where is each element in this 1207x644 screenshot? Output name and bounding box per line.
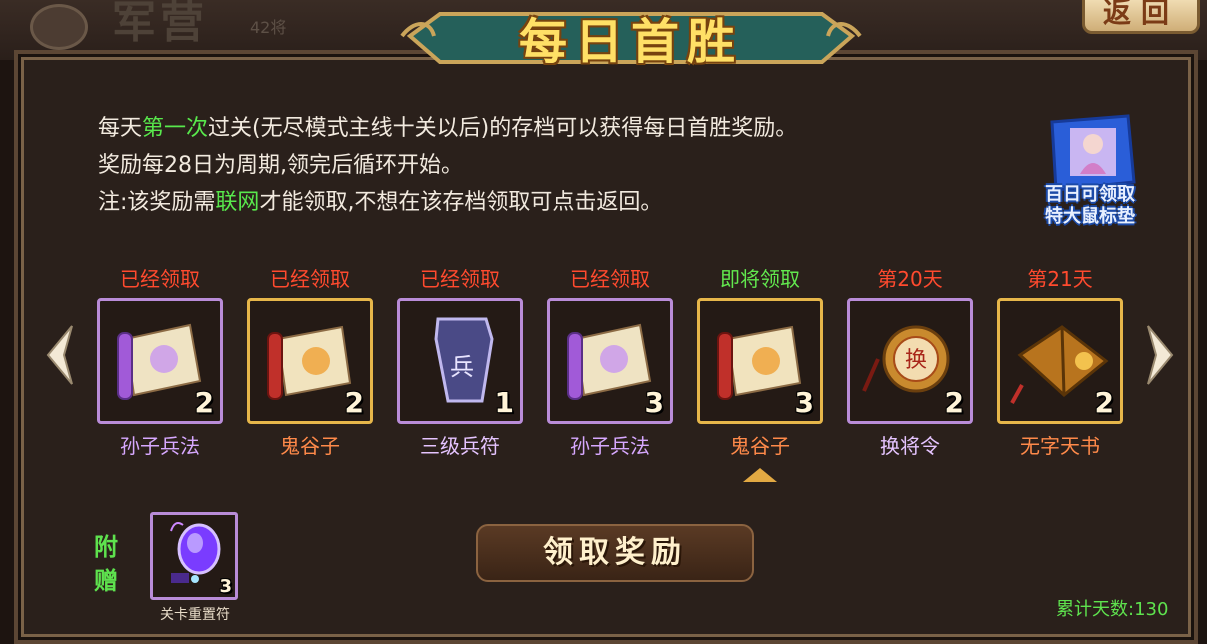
reward-slot[interactable]: 兵 1 bbox=[397, 298, 523, 424]
item-name: 孙子兵法 bbox=[570, 434, 650, 458]
description: 每天第一次过关(无尽模式主线十关以后)的存档可以获得每日首胜奖励。 奖励每28日… bbox=[98, 110, 797, 221]
promo-scroll-icon bbox=[1050, 114, 1136, 192]
reward-slot[interactable]: 2 bbox=[247, 298, 373, 424]
reward-slot-selected[interactable]: 3 bbox=[697, 298, 823, 424]
item-name: 鬼谷子 bbox=[730, 434, 790, 458]
item-name: 无字天书 bbox=[1020, 434, 1100, 458]
day-status: 已经领取 bbox=[270, 267, 350, 291]
selection-marker-icon bbox=[743, 468, 777, 482]
svg-text:换: 换 bbox=[905, 348, 927, 373]
background-title: 军营 bbox=[112, 0, 208, 48]
item-name: 三级兵符 bbox=[420, 434, 500, 458]
next-arrow-icon[interactable] bbox=[1144, 322, 1176, 388]
bonus-label: 附 赠 bbox=[94, 533, 118, 595]
day-status: 已经领取 bbox=[120, 267, 200, 291]
back-button[interactable]: 返回 bbox=[1082, 0, 1200, 34]
dialog-title: 每日首胜 bbox=[518, 14, 743, 70]
description-line-2: 奖励每28日为周期,领完后循环开始。 bbox=[98, 153, 463, 178]
bonus-item-name: 关卡重置符 bbox=[160, 607, 230, 623]
mousepad-promo[interactable]: 百日可领取 特大鼠标垫 bbox=[1010, 112, 1170, 242]
item-quantity: 2 bbox=[344, 386, 364, 419]
day-status: 已经领取 bbox=[570, 267, 650, 291]
item-quantity: 3 bbox=[644, 386, 664, 419]
item-name: 鬼谷子 bbox=[280, 434, 340, 458]
item-quantity: 3 bbox=[794, 386, 814, 419]
reward-slot[interactable]: 2 bbox=[97, 298, 223, 424]
day-status: 即将领取 bbox=[720, 267, 800, 291]
background-general-count: 42将 bbox=[250, 18, 287, 37]
item-quantity: 2 bbox=[194, 386, 214, 419]
claim-reward-button[interactable]: 领取奖励 bbox=[476, 524, 754, 582]
item-name: 换将令 bbox=[880, 434, 940, 458]
description-line-1: 每天第一次过关(无尽模式主线十关以后)的存档可以获得每日首胜奖励。 bbox=[98, 116, 798, 141]
day-status: 第21天 bbox=[1027, 267, 1093, 291]
item-name: 孙子兵法 bbox=[120, 434, 200, 458]
item-quantity: 2 bbox=[944, 386, 964, 419]
reward-slot[interactable]: 换 2 bbox=[847, 298, 973, 424]
bonus-slot[interactable]: 3 bbox=[150, 512, 238, 600]
item-quantity: 1 bbox=[494, 386, 514, 419]
promo-line-2: 特大鼠标垫 bbox=[1045, 206, 1135, 227]
background-avatar-badge bbox=[30, 4, 88, 50]
total-days: 累计天数:130 bbox=[1056, 599, 1169, 620]
day-status: 已经领取 bbox=[420, 267, 500, 291]
previous-arrow-icon[interactable] bbox=[44, 322, 76, 388]
description-line-3: 注:该奖励需联网才能领取,不想在该存档领取可点击返回。 bbox=[98, 190, 663, 215]
day-status: 第20天 bbox=[877, 267, 943, 291]
promo-line-1: 百日可领取 bbox=[1045, 184, 1135, 205]
bonus-quantity: 3 bbox=[219, 576, 232, 597]
reward-slot[interactable]: 3 bbox=[547, 298, 673, 424]
reward-slot[interactable]: 2 bbox=[997, 298, 1123, 424]
svg-text:兵: 兵 bbox=[450, 353, 474, 381]
item-quantity: 2 bbox=[1094, 386, 1114, 419]
